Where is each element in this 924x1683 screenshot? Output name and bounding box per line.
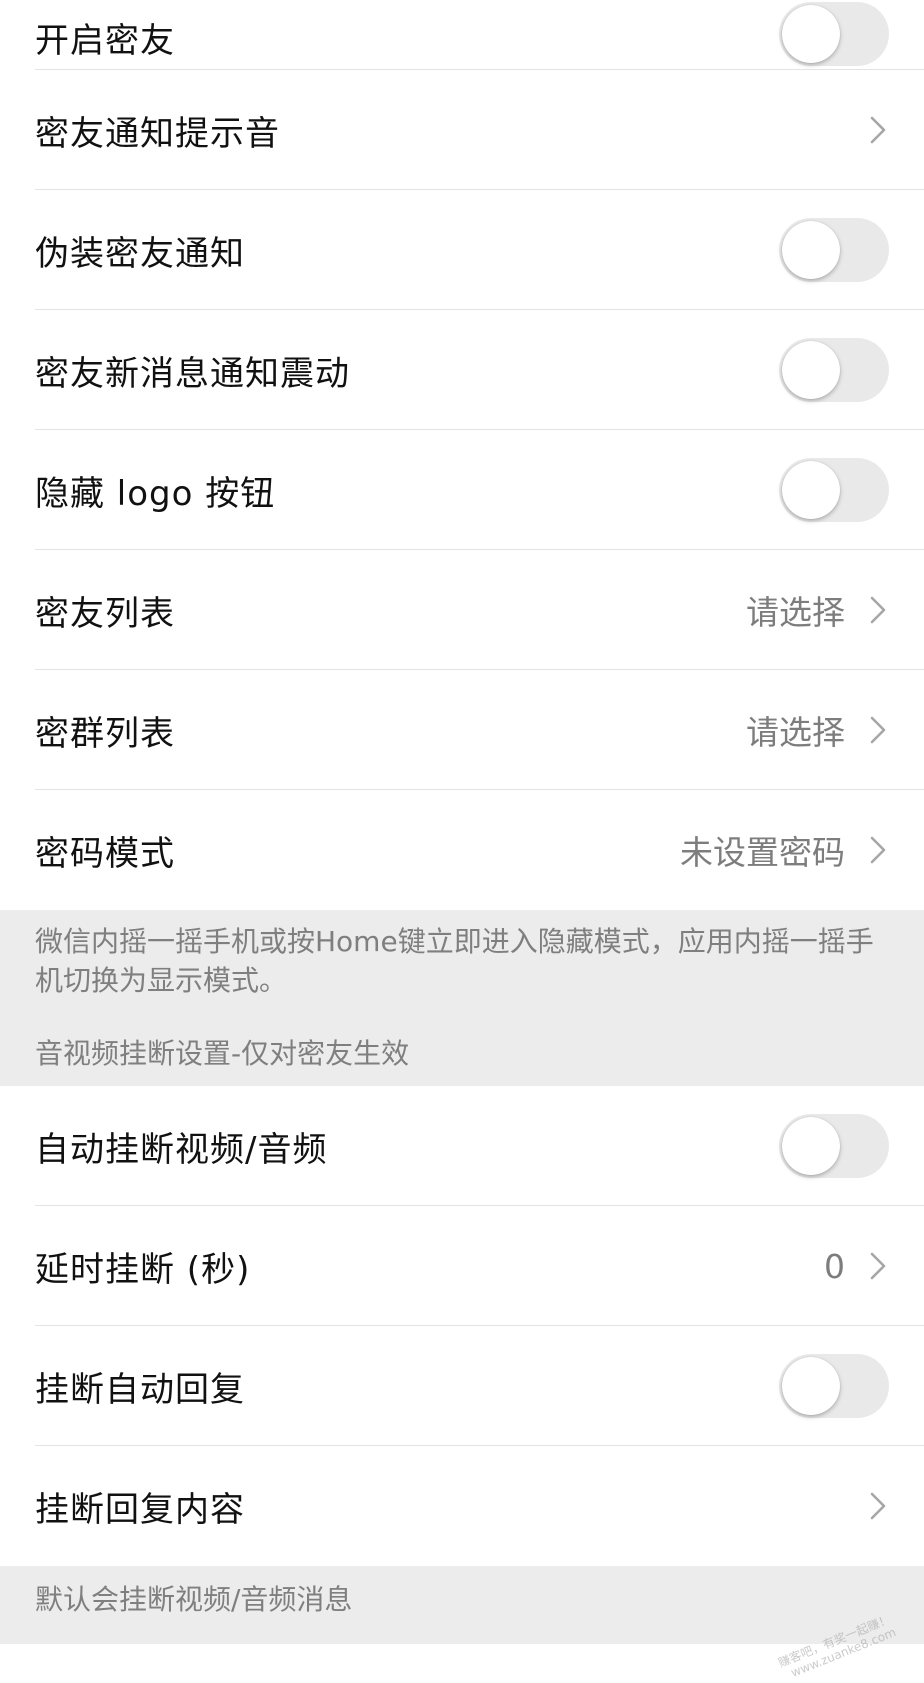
row-label: 密群列表 bbox=[35, 713, 175, 754]
row-hangup-auto-reply[interactable]: 挂断自动回复 bbox=[0, 1326, 924, 1446]
row-group-list[interactable]: 密群列表 请选择 bbox=[0, 670, 924, 790]
row-label: 密友新消息通知震动 bbox=[35, 353, 350, 394]
chevron-right-icon bbox=[867, 713, 889, 747]
row-hangup-reply-content[interactable]: 挂断回复内容 bbox=[0, 1446, 924, 1566]
row-open-secret-friend[interactable]: 开启密友 bbox=[0, 0, 924, 70]
toggle-knob bbox=[782, 1357, 840, 1415]
row-friend-list[interactable]: 密友列表 请选择 bbox=[0, 550, 924, 670]
section-header-av-hangup: 音视频挂断设置-仅对密友生效 bbox=[35, 1037, 410, 1070]
toggle-knob bbox=[782, 341, 840, 399]
settings-group-top: 开启密友 密友通知提示音 伪装密友通知 密友新消息通知震动 隐藏 logo 按钮… bbox=[0, 0, 924, 910]
row-value: 0 bbox=[824, 1246, 845, 1286]
row-value: 请选择 bbox=[746, 713, 845, 752]
row-notify-sound[interactable]: 密友通知提示音 bbox=[0, 70, 924, 190]
disguise-notify-toggle[interactable] bbox=[779, 218, 889, 282]
chevron-right-icon bbox=[867, 833, 889, 867]
hangup-auto-reply-toggle[interactable] bbox=[779, 1354, 889, 1418]
row-value: 请选择 bbox=[746, 593, 845, 632]
watermark: 赚客吧，有奖一起赚！ www.zuanke8.com bbox=[776, 1612, 898, 1683]
row-label: 伪装密友通知 bbox=[35, 233, 245, 274]
row-hide-logo[interactable]: 隐藏 logo 按钮 bbox=[0, 430, 924, 550]
footer-note: 默认会挂断视频/音频消息 赚客吧，有奖一起赚！ www.zuanke8.com bbox=[0, 1566, 924, 1680]
hide-logo-toggle[interactable] bbox=[779, 458, 889, 522]
row-label: 隐藏 logo 按钮 bbox=[35, 473, 276, 514]
row-disguise-notify[interactable]: 伪装密友通知 bbox=[0, 190, 924, 310]
row-label: 延时挂断 (秒) bbox=[35, 1249, 251, 1290]
row-label: 挂断自动回复 bbox=[35, 1369, 245, 1410]
vibrate-toggle[interactable] bbox=[779, 338, 889, 402]
row-label: 密友通知提示音 bbox=[35, 113, 280, 154]
row-delay-hangup[interactable]: 延时挂断 (秒) 0 bbox=[0, 1206, 924, 1326]
toggle-knob bbox=[782, 461, 840, 519]
row-label: 自动挂断视频/音频 bbox=[35, 1129, 328, 1170]
toggle-knob bbox=[782, 5, 840, 63]
row-password-mode[interactable]: 密码模式 未设置密码 bbox=[0, 790, 924, 910]
chevron-right-icon bbox=[867, 1249, 889, 1283]
shake-mode-note-text: 微信内摇一摇手机或按Home键立即进入隐藏模式，应用内摇一摇手机切换为显示模式。 bbox=[35, 925, 874, 997]
chevron-right-icon bbox=[867, 593, 889, 627]
row-label: 挂断回复内容 bbox=[35, 1489, 245, 1530]
row-label: 开启密友 bbox=[35, 21, 175, 61]
row-vibrate[interactable]: 密友新消息通知震动 bbox=[0, 310, 924, 430]
footer-note-text: 默认会挂断视频/音频消息 bbox=[35, 1583, 353, 1616]
row-value: 未设置密码 bbox=[680, 833, 845, 872]
row-auto-hangup[interactable]: 自动挂断视频/音频 bbox=[0, 1086, 924, 1206]
auto-hangup-toggle[interactable] bbox=[779, 1114, 889, 1178]
row-label: 密码模式 bbox=[35, 833, 175, 874]
chevron-right-icon bbox=[867, 113, 889, 147]
chevron-right-icon bbox=[867, 1489, 889, 1523]
settings-group-hangup: 自动挂断视频/音频 延时挂断 (秒) 0 挂断自动回复 挂断回复内容 bbox=[0, 1086, 924, 1566]
open-secret-friend-toggle[interactable] bbox=[779, 2, 889, 66]
toggle-knob bbox=[782, 1117, 840, 1175]
shake-mode-note: 微信内摇一摇手机或按Home键立即进入隐藏模式，应用内摇一摇手机切换为显示模式。… bbox=[0, 910, 924, 1086]
toggle-knob bbox=[782, 221, 840, 279]
row-label: 密友列表 bbox=[35, 593, 175, 634]
